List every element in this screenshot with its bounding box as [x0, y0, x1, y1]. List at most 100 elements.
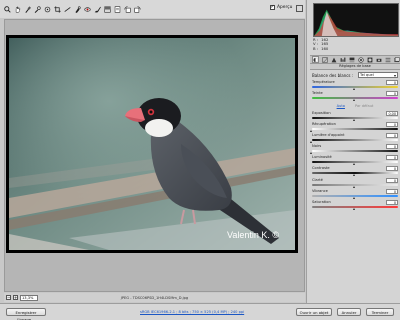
- preferences-icon[interactable]: [114, 5, 121, 14]
- slider-thumb[interactable]: [310, 140, 313, 143]
- slider-track[interactable]: [312, 139, 398, 141]
- bottom-bar: Enregistrer l'image... sRGB IEC61966-2.1…: [0, 303, 400, 320]
- spot-removal-icon[interactable]: [74, 5, 81, 14]
- slider-label: Noirs: [312, 144, 322, 148]
- toolbar: ✓ Aperçu: [0, 0, 305, 18]
- slider-noirs[interactable]: Noirs 0: [310, 144, 398, 154]
- color-sampler-icon[interactable]: [34, 5, 41, 14]
- slider-label: Luminosité: [312, 155, 332, 159]
- tab-snapshots-icon[interactable]: [393, 56, 400, 63]
- preview-label: Aperçu: [277, 5, 293, 10]
- slider-value-input[interactable]: 0: [386, 133, 398, 138]
- slider-value-input[interactable]: 0,00: [386, 111, 398, 116]
- slider-label: Clarté: [312, 178, 323, 182]
- slider-saturation[interactable]: Saturation 0: [312, 200, 398, 210]
- panel-tabs: [310, 55, 400, 64]
- white-balance-icon[interactable]: [24, 5, 31, 14]
- fullscreen-icon[interactable]: [296, 5, 303, 12]
- slider-label: Teinte: [312, 91, 323, 95]
- histogram: [313, 3, 399, 37]
- slider-value-input[interactable]: 0: [386, 200, 398, 205]
- preview-checkbox[interactable]: ✓ Aperçu: [270, 5, 292, 10]
- slider-label: Exposition: [312, 111, 331, 115]
- slider-clarte[interactable]: Clarté 0: [312, 178, 398, 188]
- slider-label: Contraste: [312, 166, 330, 170]
- slider-value-input[interactable]: 0: [386, 91, 398, 96]
- slider-label: Lumière d'appoint: [312, 133, 345, 137]
- slider-label: Vibrance: [312, 189, 328, 193]
- slider-value-input[interactable]: 0: [386, 122, 398, 127]
- straighten-icon[interactable]: [64, 5, 71, 14]
- tab-curve-icon[interactable]: [321, 56, 328, 63]
- rotate-left-icon[interactable]: [124, 5, 131, 14]
- rgb-value-b: 160: [321, 45, 329, 51]
- tab-detail-icon[interactable]: [330, 56, 337, 63]
- slider-thumb[interactable]: [310, 129, 313, 132]
- auto-default-row: Auto Par défaut: [312, 104, 398, 109]
- slider-thumb[interactable]: [353, 118, 356, 121]
- tab-camera-calibration-icon[interactable]: [375, 56, 382, 63]
- target-adjust-icon[interactable]: [44, 5, 51, 14]
- slider-teinte[interactable]: Teinte 0: [312, 91, 398, 101]
- tab-lens-icon[interactable]: [357, 56, 364, 63]
- graduated-filter-icon[interactable]: [104, 5, 111, 14]
- slider-vibrance[interactable]: Vibrance 0: [312, 189, 398, 199]
- done-button[interactable]: Terminer: [366, 308, 394, 316]
- white-balance-label: Balance des blancs :: [312, 72, 354, 78]
- slider-value-input[interactable]: 0: [386, 189, 398, 194]
- slider-thumb[interactable]: [353, 162, 356, 165]
- slider-luminosite[interactable]: Luminosité 0: [312, 155, 398, 165]
- slider-temperature[interactable]: Température 0: [312, 80, 398, 90]
- save-image-button[interactable]: Enregistrer l'image...: [6, 308, 46, 320]
- red-eye-icon[interactable]: [84, 5, 91, 14]
- auto-link[interactable]: Auto: [337, 104, 345, 109]
- slider-thumb[interactable]: [353, 185, 356, 188]
- panel-title: Réglages de base: [310, 64, 400, 70]
- slider-label: Température: [312, 80, 335, 84]
- tab-presets-icon[interactable]: [384, 56, 391, 63]
- hand-icon[interactable]: [14, 5, 21, 14]
- slider-thumb[interactable]: [353, 98, 356, 101]
- tab-split-toning-icon[interactable]: [348, 56, 355, 63]
- rotate-right-icon[interactable]: [134, 5, 141, 14]
- open-object-button[interactable]: Ouvrir un objet: [296, 308, 332, 316]
- cancel-button[interactable]: Annuler: [337, 308, 361, 316]
- tab-basic-icon[interactable]: [312, 56, 319, 63]
- bird-photo: Valentin K. ©: [9, 38, 295, 250]
- rgb-label-b: B :: [313, 45, 319, 51]
- white-balance-row: Balance des blancs : Tel quel: [312, 72, 398, 78]
- file-name: JPEG - TDSC06PSD_1H4LDSMm_D.jpg: [120, 295, 189, 300]
- slider-thumb[interactable]: [353, 173, 356, 176]
- adjustment-brush-icon[interactable]: [94, 5, 101, 14]
- slider-exposition[interactable]: Exposition 0,00: [312, 111, 398, 121]
- slider-thumb[interactable]: [353, 196, 356, 199]
- white-balance-select[interactable]: Tel quel: [358, 72, 398, 78]
- photo-watermark: Valentin K. ©: [227, 230, 279, 240]
- slider-thumb[interactable]: [353, 207, 356, 210]
- slider-value-input[interactable]: 0: [386, 166, 398, 171]
- rgb-readout: R :162 V :165 B :160: [313, 37, 329, 51]
- photo-frame: Valentin K. ©: [6, 35, 298, 253]
- slider-recuperation[interactable]: Récupération 0: [310, 122, 398, 132]
- slider-track[interactable]: [312, 128, 398, 130]
- workflow-options-link[interactable]: sRGB IEC61966-2.1 ; 8 bits ; 750 × 525 (…: [140, 310, 244, 314]
- slider-thumb[interactable]: [310, 151, 313, 154]
- slider-value-input[interactable]: 0: [386, 80, 398, 85]
- slider-thumb[interactable]: [353, 87, 356, 90]
- slider-label: Saturation: [312, 200, 331, 204]
- tab-effects-icon[interactable]: [366, 56, 373, 63]
- tab-hsl-icon[interactable]: [339, 56, 346, 63]
- crop-icon[interactable]: [54, 5, 61, 14]
- adjustments-panel: R :162 V :165 B :160 Réglages de base Ba…: [306, 0, 400, 303]
- default-link[interactable]: Par défaut: [355, 104, 373, 109]
- zoom-bar: − + 13,3% JPEG - TDSC06PSD_1H4LDSMm_D.jp…: [4, 293, 305, 302]
- zoom-icon[interactable]: [4, 5, 11, 14]
- slider-contraste[interactable]: Contraste 0: [312, 166, 398, 176]
- slider-value-input[interactable]: 0: [386, 178, 398, 183]
- checkbox-icon[interactable]: ✓: [270, 5, 275, 10]
- slider-value-input[interactable]: 0: [386, 144, 398, 149]
- slider-track[interactable]: [312, 150, 398, 152]
- slider-lumiere-d-appoint[interactable]: Lumière d'appoint 0: [310, 133, 398, 143]
- slider-label: Récupération: [312, 122, 336, 126]
- slider-value-input[interactable]: 0: [386, 155, 398, 160]
